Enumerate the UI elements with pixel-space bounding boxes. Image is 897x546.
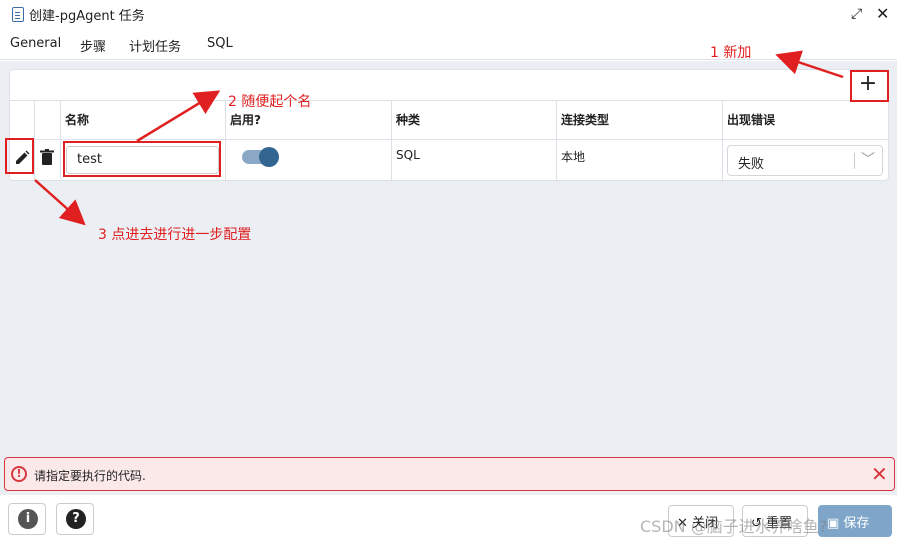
- annotation-step3: 3 点进去进行进一步配置: [98, 227, 252, 243]
- connection-type-cell: 本地: [557, 140, 723, 181]
- column-header-kind: 种类: [392, 101, 557, 140]
- error-icon: !: [11, 466, 27, 482]
- tab-bar: General 步骤 计划任务 SQL: [0, 30, 897, 63]
- dialog-footer: i ? ✕ 关闭 ↺ 重置 ▣ 保存 CSDN @脑子进水养啥鱼?: [0, 495, 897, 546]
- info-button[interactable]: i: [8, 503, 46, 535]
- save-button-label: 保存: [843, 516, 870, 531]
- annotation-box-add: [850, 70, 889, 102]
- tab-general[interactable]: General: [10, 36, 61, 51]
- column-header-on-error: 出现错误: [723, 101, 888, 140]
- annotation-step2: 2 随便起个名: [228, 94, 312, 110]
- document-icon: [12, 6, 24, 22]
- trash-icon[interactable]: [40, 149, 54, 165]
- tab-sql[interactable]: SQL: [207, 36, 233, 51]
- select-divider: [854, 153, 855, 169]
- help-icon: ?: [66, 509, 86, 529]
- annotation-box-edit: [5, 138, 34, 174]
- close-icon[interactable]: ✕: [876, 4, 889, 23]
- dialog-title: 创建-pgAgent 任务: [29, 8, 145, 24]
- error-message: 请指定要执行的代码.: [34, 469, 146, 483]
- tab-steps[interactable]: 步骤: [70, 36, 117, 63]
- info-icon: i: [18, 509, 38, 529]
- chevron-down-icon[interactable]: ﹀: [861, 149, 875, 169]
- header-delete-cell: [35, 101, 61, 140]
- enabled-toggle[interactable]: [242, 147, 279, 167]
- column-header-name: 名称: [61, 101, 226, 140]
- annotation-step1: 1 新加: [710, 45, 752, 61]
- tab-schedules[interactable]: 计划任务: [129, 36, 181, 55]
- watermark: CSDN @脑子进水养啥鱼?: [640, 517, 828, 536]
- on-error-value: 失败: [738, 157, 765, 172]
- column-header-connection-type: 连接类型: [557, 101, 723, 140]
- save-icon: ▣: [827, 516, 844, 531]
- on-error-select[interactable]: 失败 ﹀: [727, 145, 883, 176]
- close-icon[interactable]: ✕: [871, 462, 888, 486]
- content-area: + 名称 启用? 种类 连接类型 出现错误 SQL 本地 test 失败 ﹀: [0, 61, 897, 495]
- header-edit-cell: [10, 101, 35, 140]
- delete-cell[interactable]: [35, 140, 61, 181]
- kind-cell: SQL: [392, 140, 557, 181]
- dialog-titlebar: 创建-pgAgent 任务 ⤢ ✕: [0, 0, 897, 28]
- toggle-knob: [259, 147, 279, 167]
- error-alert: ! 请指定要执行的代码. ✕: [4, 457, 895, 491]
- help-button[interactable]: ?: [56, 503, 94, 535]
- grid-toolbar: +: [10, 70, 888, 101]
- expand-icon[interactable]: ⤢: [851, 6, 862, 22]
- save-button[interactable]: ▣ 保存: [818, 505, 892, 537]
- annotation-box-name: [63, 141, 221, 177]
